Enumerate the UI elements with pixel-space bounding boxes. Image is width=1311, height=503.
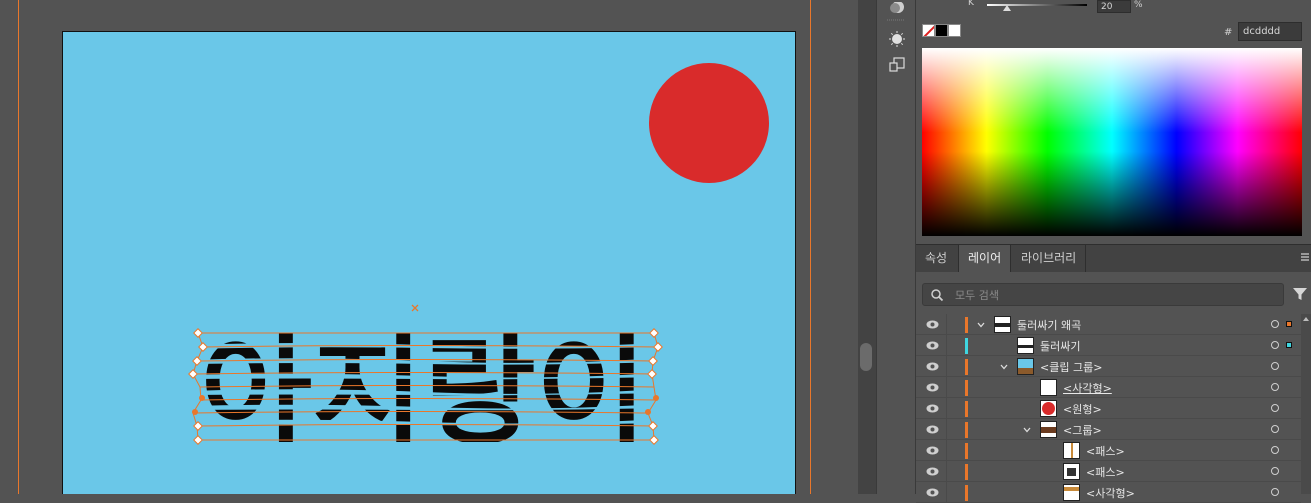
target-circle-icon[interactable] [1271,320,1279,328]
canvas-vertical-scrollbar[interactable] [858,0,876,494]
lock-column[interactable] [946,377,947,398]
layers-scrollbar[interactable] [1301,314,1311,494]
layer-row-envelope-contents[interactable]: 둘러싸기 [916,335,1301,356]
visibility-eye-icon[interactable] [926,362,939,371]
panel-dock-icons [876,0,916,494]
selection-indicator[interactable] [1286,342,1292,348]
layer-label: <패스> [1086,445,1125,458]
target-circle-icon[interactable] [1271,362,1279,370]
target-circle-icon[interactable] [1271,383,1279,391]
layer-color-bar [965,380,968,396]
layer-label: <원형> [1063,403,1102,416]
layer-row-rectangle[interactable]: <사각형> [916,482,1301,503]
chevron-down-icon[interactable] [1022,425,1032,435]
k-percent-label: % [1134,0,1143,10]
target-circle-icon[interactable] [1271,467,1279,475]
panel-menu-icon[interactable] [1300,252,1310,262]
search-placeholder: 모두 검색 [955,289,999,302]
chevron-down-icon[interactable] [999,362,1009,372]
target-circle-icon[interactable] [1271,446,1279,454]
k-value-input[interactable]: 20 [1097,0,1131,13]
selection-indicator[interactable] [1286,321,1292,327]
layer-label: <클립 그룹> [1040,361,1103,374]
visibility-eye-icon[interactable] [926,404,939,413]
lock-column[interactable] [946,482,947,503]
layer-label: <패스> [1086,466,1125,479]
layer-color-bar [965,401,968,417]
layer-thumbnail [1040,400,1057,417]
target-circle-icon[interactable] [1271,425,1279,433]
black-swatch[interactable] [935,24,948,37]
visibility-eye-icon[interactable] [926,320,939,329]
k-channel-label: K [968,0,974,8]
layer-row-envelope[interactable]: 둘러싸기 왜곡 [916,314,1301,335]
layer-label: 둘러싸기 왜곡 [1017,319,1082,332]
layer-label: <사각형> [1063,382,1112,395]
k-slider[interactable] [987,4,1087,6]
layer-thumbnail [1063,442,1080,459]
layer-color-bar [965,338,968,354]
lock-column[interactable] [946,419,947,440]
layer-thumbnail [1063,463,1080,480]
layer-thumbnail [1040,379,1057,396]
lock-column[interactable] [946,440,947,461]
layer-thumbnail [1063,484,1080,501]
panel-tab-bar: 속성 레이어 라이브러리 [916,244,1311,272]
tab-layers[interactable]: 레이어 [958,245,1012,272]
layer-row-ellipse[interactable]: <원형> [916,398,1301,419]
filter-icon[interactable] [1292,286,1308,302]
lock-column[interactable] [946,335,947,356]
layer-label: <그룹> [1063,424,1102,437]
layer-label: <사각형> [1086,487,1135,500]
tab-libraries[interactable]: 라이브러리 [1012,245,1087,272]
layer-row-group[interactable]: <그룹> [916,419,1301,440]
lock-column[interactable] [946,356,947,377]
layer-label: 둘러싸기 [1040,340,1081,353]
sun-icon[interactable] [877,26,917,52]
layers-list: 둘러싸기 왜곡 둘러싸기 <클립 그룹> <사각형> <원형> <그룹> <패스… [916,314,1311,503]
layer-thumbnail [1017,358,1034,375]
layer-thumbnail [994,316,1011,333]
layer-color-bar [965,485,968,501]
target-circle-icon[interactable] [1271,341,1279,349]
envelope-warp-object[interactable]: 아지랑이 [0,0,858,494]
layer-row-path[interactable]: <패스> [916,461,1301,482]
visibility-eye-icon[interactable] [926,341,939,350]
layer-color-bar [965,359,968,375]
hex-color-input[interactable]: dcdddd [1238,22,1302,41]
artboard-export-icon[interactable] [877,52,917,78]
none-swatch[interactable] [922,24,935,37]
scrollbar-thumb[interactable] [860,343,872,371]
lock-column[interactable] [946,314,947,335]
visibility-eye-icon[interactable] [926,488,939,497]
lock-column[interactable] [946,461,947,482]
layer-row-clip-group[interactable]: <클립 그룹> [916,356,1301,377]
visibility-eye-icon[interactable] [926,383,939,392]
hex-hash-label: # [1224,27,1233,38]
document-canvas[interactable]: 아지랑이 [0,0,858,494]
appearance-icon[interactable] [877,0,917,18]
k-slider-thumb[interactable] [1003,5,1011,11]
lock-column[interactable] [946,398,947,419]
visibility-eye-icon[interactable] [926,446,939,455]
layer-thumbnail [1017,337,1034,354]
layer-thumbnail [1040,421,1057,438]
layer-row-path[interactable]: <패스> [916,440,1301,461]
visibility-eye-icon[interactable] [926,467,939,476]
target-circle-icon[interactable] [1271,404,1279,412]
search-icon [931,289,944,302]
scroll-up-arrow-icon[interactable] [1301,314,1311,324]
layer-color-bar [965,464,968,480]
target-circle-icon[interactable] [1271,488,1279,496]
tab-properties[interactable]: 속성 [916,245,956,272]
color-spectrum[interactable] [922,48,1302,236]
dock-grip[interactable] [877,18,915,26]
layer-color-bar [965,317,968,333]
chevron-down-icon[interactable] [976,320,986,330]
white-swatch[interactable] [948,24,961,37]
visibility-eye-icon[interactable] [926,425,939,434]
layer-color-bar [965,443,968,459]
layer-row-rectangle[interactable]: <사각형> [916,377,1301,398]
layer-color-bar [965,422,968,438]
